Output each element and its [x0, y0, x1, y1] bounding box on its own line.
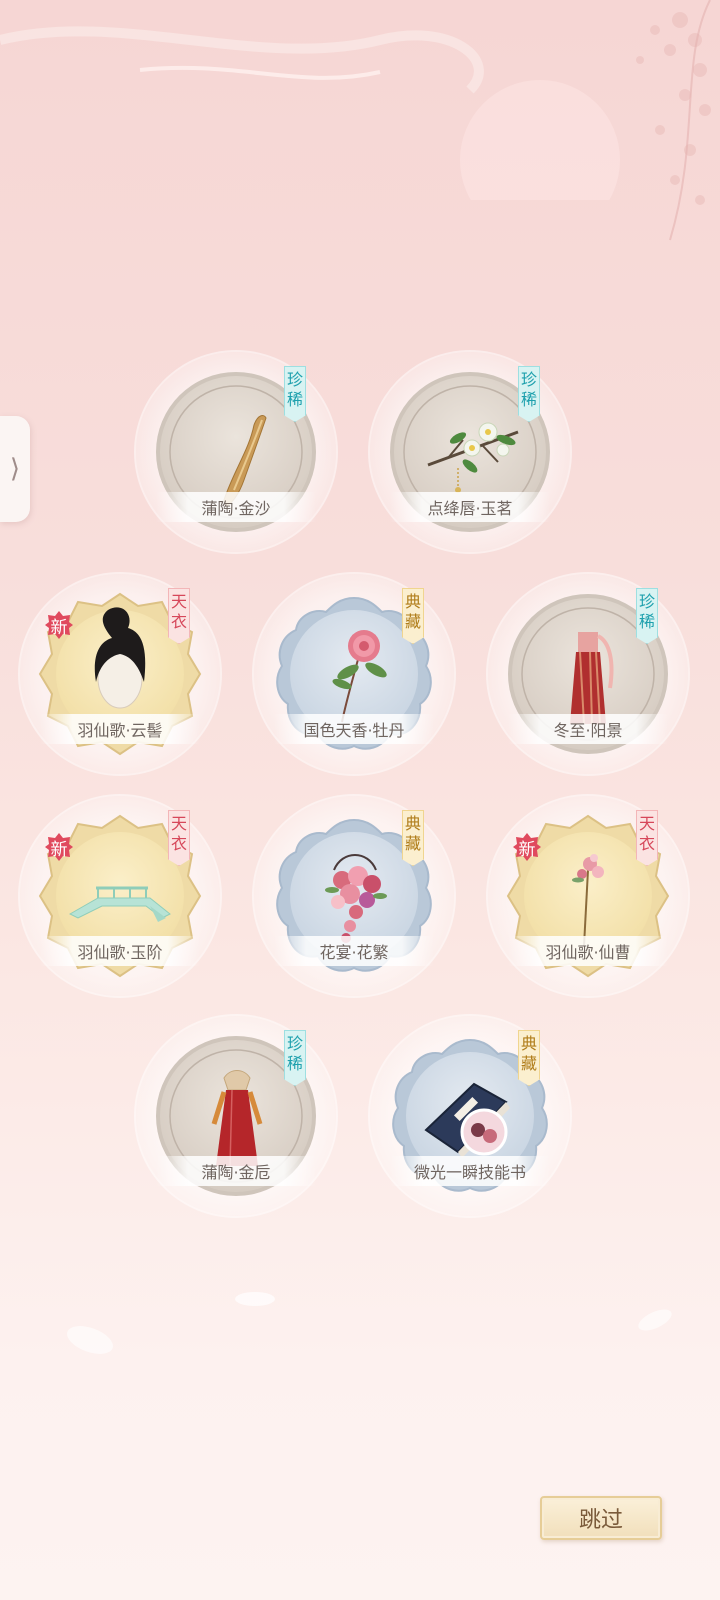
new-badge: 新 [44, 832, 74, 862]
item-name: 花宴·花繁 [274, 936, 434, 966]
rarity-tag-rare: 珍稀 [636, 588, 658, 644]
reward-item-8[interactable]: 羽仙歌·仙曹 天衣 新 [488, 796, 688, 996]
item-name: 冬至·阳景 [508, 714, 668, 744]
background-petal [235, 1292, 275, 1306]
chevron-right-icon: ⟩ [9, 454, 21, 484]
item-name: 羽仙歌·云髻 [40, 714, 200, 744]
reward-item-6[interactable]: 羽仙歌·玉阶 天衣 新 [20, 796, 220, 996]
item-name: 羽仙歌·玉阶 [40, 936, 200, 966]
reward-item-3[interactable]: 羽仙歌·云髻 天衣 新 [20, 574, 220, 774]
background-petal [638, 1309, 672, 1331]
new-badge: 新 [512, 832, 542, 862]
item-name: 国色天香·牡丹 [274, 714, 434, 744]
reward-item-4[interactable]: 国色天香·牡丹 典藏 [254, 574, 454, 774]
reward-item-10[interactable]: 微光一瞬技能书 典藏 [370, 1016, 570, 1216]
rarity-tag-celestial: 天衣 [168, 810, 190, 866]
rarity-tag-rare: 珍稀 [518, 366, 540, 422]
item-name: 微光一瞬技能书 [390, 1156, 550, 1186]
reward-item-1[interactable]: 蒲陶·金沙 珍稀 [136, 352, 336, 552]
reward-item-9[interactable]: 蒲陶·金卮 珍稀 [136, 1016, 336, 1216]
rarity-tag-celestial: 天衣 [168, 588, 190, 644]
background-petal [67, 1326, 113, 1354]
item-name: 点绛唇·玉茗 [390, 492, 550, 522]
background-wisteria-branches [636, 0, 711, 241]
rarity-tag-celestial: 天衣 [636, 810, 658, 866]
rarity-tag-collection: 典藏 [518, 1030, 540, 1086]
new-badge: 新 [44, 610, 74, 640]
item-name: 蒲陶·金卮 [156, 1156, 316, 1186]
rarity-tag-rare: 珍稀 [284, 1030, 306, 1086]
rarity-tag-collection: 典藏 [402, 810, 424, 866]
item-name: 蒲陶·金沙 [156, 492, 316, 522]
rarity-tag-collection: 典藏 [402, 588, 424, 644]
reward-item-7[interactable]: 花宴·花繁 典藏 [254, 796, 454, 996]
side-drawer-tab[interactable]: ⟩ [0, 416, 30, 522]
background-cloud-swirl [0, 26, 620, 200]
item-name: 羽仙歌·仙曹 [508, 936, 668, 966]
reward-item-5[interactable]: 冬至·阳景 珍稀 [488, 574, 688, 774]
reward-item-2[interactable]: 点绛唇·玉茗 珍稀 [370, 352, 570, 552]
rarity-tag-rare: 珍稀 [284, 366, 306, 422]
skip-button[interactable]: 跳过 [540, 1496, 662, 1540]
